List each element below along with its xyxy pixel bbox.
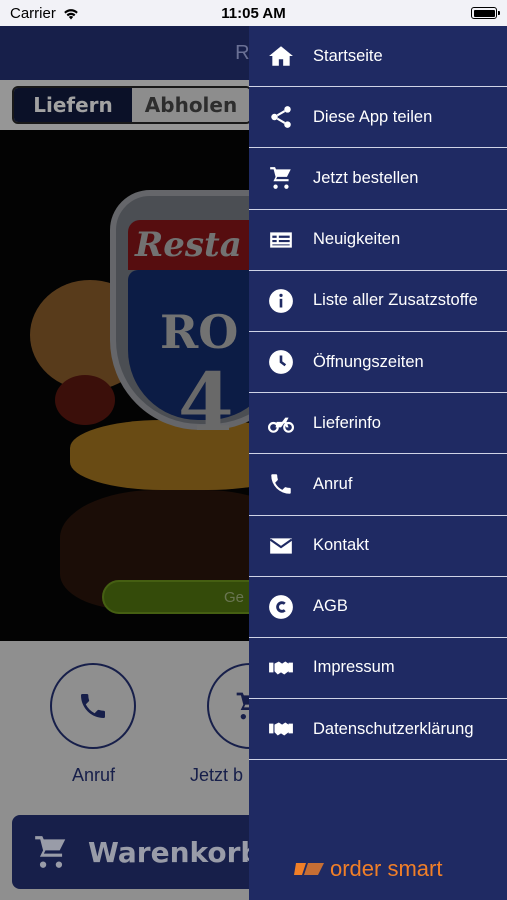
- phone-icon: [81, 694, 105, 718]
- copyright-icon: [249, 594, 313, 620]
- cart-icon: [249, 165, 313, 191]
- menu-item-label: Diese App teilen: [313, 107, 433, 126]
- handshake-icon: [249, 655, 313, 681]
- clock-time: 11:05 AM: [221, 4, 286, 22]
- menu-item-label: Startseite: [313, 46, 383, 65]
- brand-name: order smart: [330, 856, 443, 881]
- delivery-mode-segment: Liefern Abholen: [12, 86, 252, 124]
- menu-item-delivery-info[interactable]: Lieferinfo: [249, 393, 507, 455]
- menu-item-terms[interactable]: AGB: [249, 577, 507, 638]
- menu-item-order[interactable]: Jetzt bestellen: [249, 148, 507, 210]
- menu-item-label: Impressum: [313, 658, 395, 677]
- menu-item-opening-hours[interactable]: Öffnungszeiten: [249, 332, 507, 394]
- menu-item-label: Öffnungszeiten: [313, 352, 424, 371]
- menu-item-contact[interactable]: Kontakt: [249, 516, 507, 577]
- order-smart-logo-icon: [294, 863, 324, 875]
- menu-item-label: Liste aller Zusatzstoffe: [313, 291, 478, 310]
- cart-icon: [35, 836, 66, 868]
- battery-icon: [471, 7, 500, 19]
- call-action-button[interactable]: [50, 663, 136, 749]
- menu-item-label: Anruf: [313, 474, 353, 493]
- side-menu: Startseite Diese App teilen Jetzt bestel…: [249, 26, 507, 900]
- clock-icon: [249, 349, 313, 375]
- share-icon: [249, 104, 313, 130]
- menu-item-label: Jetzt bestellen: [313, 168, 419, 187]
- envelope-icon: [249, 533, 313, 559]
- menu-item-news[interactable]: Neuigkeiten: [249, 210, 507, 271]
- handshake-icon: [249, 716, 313, 742]
- wifi-icon: [64, 8, 78, 19]
- menu-item-call[interactable]: Anruf: [249, 454, 507, 516]
- info-icon: [249, 288, 313, 314]
- motorcycle-icon: [249, 410, 313, 436]
- segment-pickup[interactable]: Abholen: [132, 88, 250, 122]
- status-bar: Carrier 11:05 AM: [0, 0, 507, 26]
- call-action-label: Anruf: [72, 765, 116, 785]
- menu-item-label: Lieferinfo: [313, 413, 381, 432]
- menu-item-privacy[interactable]: Datenschutzerklärung: [249, 699, 507, 761]
- menu-item-startseite[interactable]: Startseite: [249, 26, 507, 88]
- menu-item-label: Kontakt: [313, 536, 369, 555]
- carrier-label: Carrier: [10, 4, 56, 22]
- cart-label: Warenkorb: [88, 835, 261, 869]
- home-icon: [249, 43, 313, 69]
- menu-item-label: AGB: [313, 597, 348, 616]
- order-action-label: Jetzt b: [190, 765, 244, 785]
- menu-item-share[interactable]: Diese App teilen: [249, 87, 507, 149]
- news-icon: [249, 227, 313, 253]
- menu-item-label: Neuigkeiten: [313, 230, 401, 249]
- menu-item-additives[interactable]: Liste aller Zusatzstoffe: [249, 271, 507, 332]
- menu-item-imprint[interactable]: Impressum: [249, 638, 507, 700]
- menu-item-label: Datenschutzerklärung: [313, 719, 474, 738]
- segment-deliver[interactable]: Liefern: [14, 88, 132, 122]
- brand-logo: order smart: [294, 856, 442, 882]
- phone-icon: [249, 471, 313, 497]
